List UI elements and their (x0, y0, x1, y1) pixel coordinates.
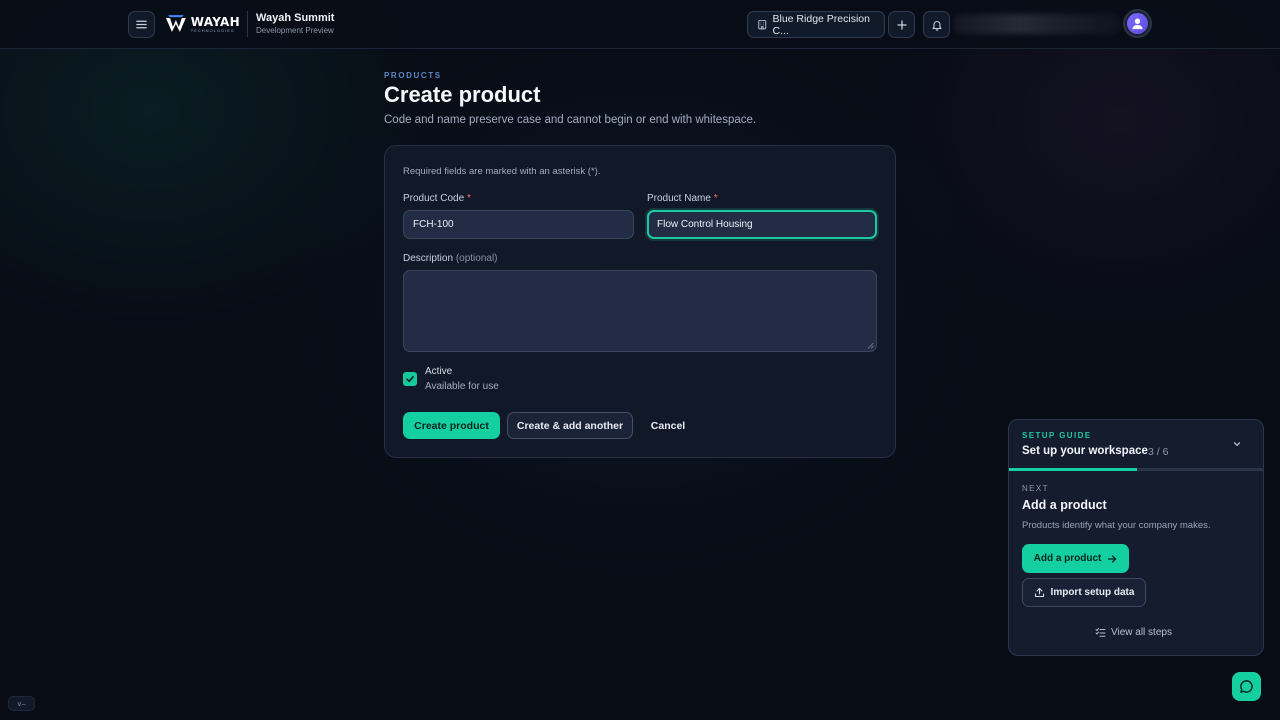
chat-button[interactable] (1232, 672, 1261, 701)
menu-icon (136, 20, 147, 29)
page-subtitle: Code and name preserve case and cannot b… (384, 114, 757, 126)
description-label: Description (optional) (403, 253, 498, 264)
active-description: Available for use (425, 381, 499, 392)
plus-icon (896, 19, 907, 30)
logo-tagline: TECHNOLOGIES (190, 27, 235, 33)
setup-guide-panel: SETUP GUIDE Set up your workspace 3 / 6 … (1008, 419, 1264, 656)
setup-guide-progress-fill (1009, 468, 1137, 471)
product-name-input[interactable]: Flow Control Housing (647, 210, 877, 239)
brand-divider (247, 11, 248, 37)
user-icon (1132, 18, 1143, 30)
user-name-redacted (953, 14, 1121, 34)
resize-grip-icon[interactable] (867, 342, 874, 349)
product-code-label: Product Code * (403, 193, 471, 204)
upload-icon (1034, 587, 1044, 598)
top-bar: WAYAH TECHNOLOGIES Wayah Summit Developm… (0, 0, 1280, 49)
menu-button[interactable] (128, 11, 155, 38)
next-step-description: Products identify what your company make… (1022, 520, 1211, 531)
app-title: Wayah Summit (256, 12, 335, 24)
notifications-button[interactable] (923, 11, 950, 38)
app-subtitle: Development Preview (256, 26, 334, 35)
setup-guide-eyebrow: SETUP GUIDE (1022, 431, 1092, 440)
next-step-label: NEXT (1022, 484, 1049, 493)
create-product-button[interactable]: Create product (403, 412, 500, 439)
breadcrumb: PRODUCTS (384, 71, 442, 80)
setup-guide-title: Set up your workspace (1022, 445, 1148, 457)
import-setup-data-button[interactable]: Import setup data (1022, 578, 1146, 607)
list-checks-icon (1095, 627, 1106, 637)
create-product-form: Required fields are marked with an aster… (384, 145, 896, 458)
user-avatar[interactable] (1123, 9, 1152, 38)
cancel-button[interactable]: Cancel (641, 412, 695, 439)
logo-wordmark: WAYAH (190, 14, 240, 29)
view-all-steps-link[interactable]: View all steps (1095, 624, 1172, 640)
required-marker: * (466, 193, 471, 204)
product-name-label: Product Name * (647, 193, 718, 204)
wayah-logo-icon (165, 15, 186, 32)
wayah-logo[interactable]: WAYAH TECHNOLOGIES (165, 12, 240, 36)
building-icon (758, 20, 767, 30)
page-title: Create product (384, 82, 541, 107)
create-and-add-another-button[interactable]: Create & add another (507, 412, 633, 439)
version-badge: v— (8, 696, 35, 711)
quick-add-button[interactable] (888, 11, 915, 38)
bell-icon (931, 20, 942, 31)
arrow-right-icon (1108, 554, 1117, 563)
description-textarea[interactable] (403, 270, 877, 352)
optional-marker: (optional) (455, 253, 498, 264)
organization-name: Blue Ridge Precision C... (772, 12, 870, 37)
product-code-input[interactable]: FCH-100 (403, 210, 634, 239)
required-fields-note: Required fields are marked with an aster… (403, 166, 601, 177)
setup-guide-progress-bar (1009, 468, 1263, 471)
organization-switcher[interactable]: Blue Ridge Precision C... (747, 11, 885, 38)
active-label[interactable]: Active (425, 366, 452, 377)
checkmark-icon (406, 375, 414, 383)
active-checkbox[interactable] (403, 372, 417, 386)
chat-bubble-icon (1240, 680, 1253, 693)
chevron-down-icon[interactable] (1231, 438, 1243, 450)
next-step-title: Add a product (1022, 498, 1107, 512)
add-product-button[interactable]: Add a product (1022, 544, 1129, 573)
required-marker: * (713, 193, 718, 204)
setup-guide-progress-count: 3 / 6 (1148, 446, 1169, 458)
